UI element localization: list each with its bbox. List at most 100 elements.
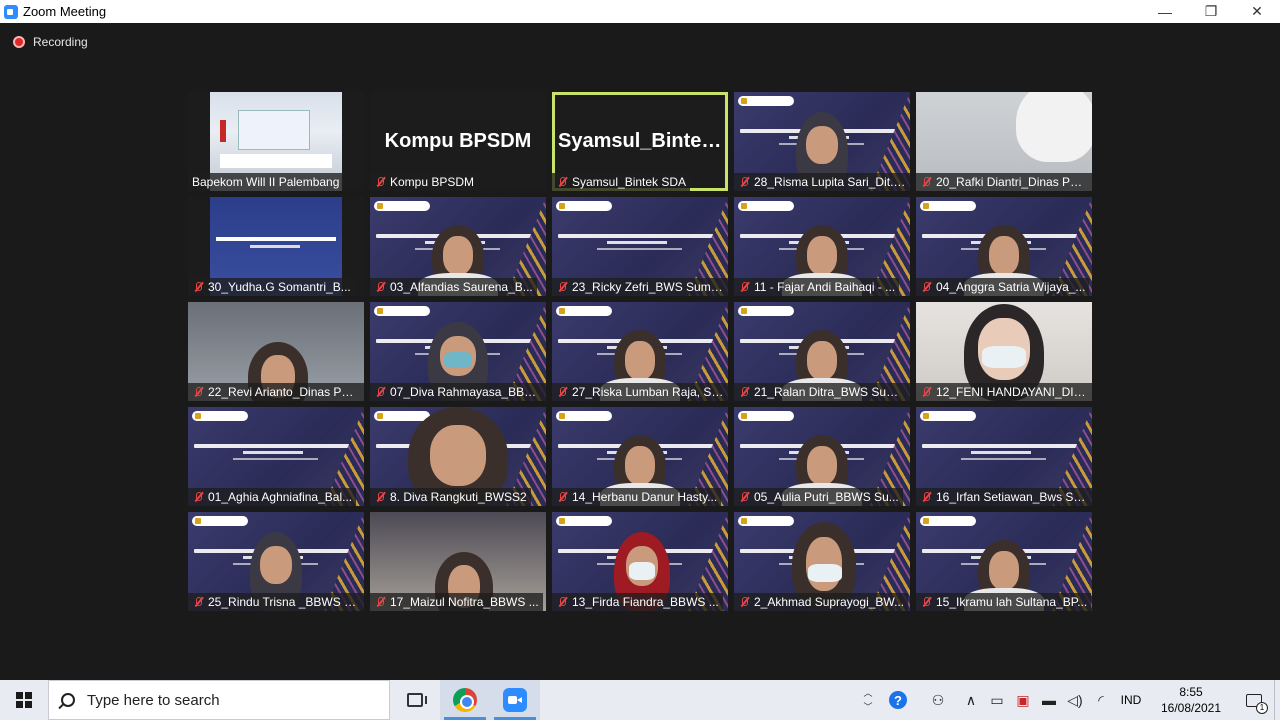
participant-tile[interactable]: 04_Anggra Satria Wijaya_... <box>916 197 1092 296</box>
participant-tile[interactable]: 07_Diva Rahmayasa_BBW... <box>370 302 546 401</box>
participant-name: 16_Irfan Setiawan_Bws Su... <box>936 490 1088 504</box>
start-button[interactable] <box>0 680 48 720</box>
mic-muted-icon <box>738 176 750 188</box>
participant-name-bar: 13_Firda Fiandra_BBWS ... <box>552 593 723 611</box>
participant-tile[interactable]: 2_Akhmad Suprayogi_BW... <box>734 512 910 611</box>
participant-tile[interactable]: Kompu BPSDM Kompu BPSDM <box>370 92 546 191</box>
notification-count: 1 <box>1256 702 1268 714</box>
show-desktop-button[interactable] <box>1274 680 1280 720</box>
mic-muted-icon <box>192 491 204 503</box>
participant-name-bar: Syamsul_Bintek SDA <box>552 173 691 191</box>
mic-muted-icon <box>738 281 750 293</box>
participant-name: 13_Firda Fiandra_BBWS ... <box>572 595 719 609</box>
participant-tile[interactable]: 20_Rafki Diantri_Dinas PU... <box>916 92 1092 191</box>
device-icon: ▭ <box>990 691 1004 708</box>
participant-name: 8. Diva Rangkuti_BWSS2 <box>390 490 527 504</box>
minimize-button[interactable]: — <box>1142 0 1188 23</box>
participant-name-bar: 11 - Fajar Andi Baihaqi - ... <box>734 278 900 296</box>
participant-tile[interactable]: 05_Aulia Putri_BBWS Su... <box>734 407 910 506</box>
mic-muted-icon <box>556 491 568 503</box>
face-mask <box>629 562 655 580</box>
participant-tile[interactable]: 21_Ralan Ditra_BWS Sum... <box>734 302 910 401</box>
recording-icon <box>13 36 25 48</box>
show-hidden-icons-button[interactable]: ∧ <box>958 680 984 720</box>
backdrop-logo <box>192 516 248 526</box>
backdrop-line3 <box>597 248 682 250</box>
taskbar: Type here to search ︿ ﹀ ? ⚇ ∧ ▭ ▣ ▬ ◁) ◜… <box>0 680 1280 720</box>
participant-name: 04_Anggra Satria Wijaya_... <box>936 280 1086 294</box>
clock[interactable]: 8:55 16/08/2021 <box>1148 684 1234 716</box>
participant-figure <box>1016 92 1092 162</box>
participant-name: 23_Ricky Zefri_BWS Sum IV <box>572 280 724 294</box>
participant-tile[interactable]: Bapekom Will II Palembang <box>188 92 364 191</box>
participant-name-bar: 15_Ikramu lah Sultana_BP... <box>916 593 1092 611</box>
backdrop-logo <box>920 201 976 211</box>
zoom-app-icon <box>4 4 18 19</box>
room-screen <box>238 110 310 150</box>
clock-time: 8:55 <box>1179 685 1203 699</box>
room-table <box>220 154 332 168</box>
participant-tile[interactable]: 25_Rindu Trisna _BBWS MS <box>188 512 364 611</box>
gallery-grid: Bapekom Will II Palembang Kompu BPSDM Komp… <box>188 92 1093 612</box>
backdrop-logo <box>920 411 976 421</box>
participant-tile[interactable]: 16_Irfan Setiawan_Bws Su... <box>916 407 1092 506</box>
mic-muted-icon <box>738 386 750 398</box>
participant-tile[interactable]: 11 - Fajar Andi Baihaqi - ... <box>734 197 910 296</box>
gift-icon: ▣ <box>1016 691 1030 708</box>
participant-tile[interactable]: 28_Risma Lupita Sari_Dit. ... <box>734 92 910 191</box>
zoom-icon <box>503 688 527 712</box>
mic-muted-icon <box>920 596 932 608</box>
tray-scroll[interactable]: ︿ ﹀ <box>858 686 878 714</box>
participant-tile[interactable]: 15_Ikramu lah Sultana_BP... <box>916 512 1092 611</box>
participant-tile[interactable]: 01_Aghia Aghniafina_Bal... <box>188 407 364 506</box>
participant-name: 28_Risma Lupita Sari_Dit. ... <box>754 175 906 189</box>
volume-tray-button[interactable]: ◁) <box>1062 680 1088 720</box>
participant-tile[interactable]: 27_Riska Lumban Raja, ST... <box>552 302 728 401</box>
taskbar-search[interactable]: Type here to search <box>48 680 390 720</box>
participant-name-bar: 05_Aulia Putri_BBWS Su... <box>734 488 903 506</box>
device-tray-button[interactable]: ▭ <box>984 680 1010 720</box>
mic-muted-icon <box>920 491 932 503</box>
action-center-button[interactable]: 1 <box>1234 680 1274 720</box>
network-tray-button[interactable]: ◜ <box>1088 680 1114 720</box>
restore-button[interactable]: ❐ <box>1188 0 1234 23</box>
mic-muted-icon <box>192 386 204 398</box>
input-language[interactable]: IND <box>1114 693 1148 707</box>
participant-tile[interactable]: 14_Herbanu Danur Hasty... <box>552 407 728 506</box>
participant-tile[interactable]: 17_Maizul Nofitra_BBWS ... <box>370 512 546 611</box>
chevron-up-icon: ︿ <box>863 688 873 698</box>
backdrop-logo <box>738 96 794 106</box>
close-button[interactable]: ✕ <box>1234 0 1280 23</box>
participant-tile[interactable]: 23_Ricky Zefri_BWS Sum IV <box>552 197 728 296</box>
participant-tile[interactable]: Syamsul_Bintek... Syamsul_Bintek SDA <box>552 92 728 191</box>
participant-tile[interactable]: 12_FENI HANDAYANI_DIN... <box>916 302 1092 401</box>
backdrop-logo <box>556 306 612 316</box>
participant-name: 22_Revi Arianto_Dinas PU... <box>208 385 360 399</box>
zoom-taskbar-button[interactable] <box>490 680 540 720</box>
participant-name-bar: Bapekom Will II Palembang <box>188 173 344 191</box>
people-tray-button[interactable]: ⚇ <box>918 680 958 720</box>
mic-muted-icon <box>374 176 386 188</box>
participant-tile[interactable]: 22_Revi Arianto_Dinas PU... <box>188 302 364 401</box>
participant-name-bar: 22_Revi Arianto_Dinas PU... <box>188 383 364 401</box>
battery-tray-button[interactable]: ▬ <box>1036 680 1062 720</box>
participant-tile[interactable]: 13_Firda Fiandra_BBWS ... <box>552 512 728 611</box>
chrome-taskbar-button[interactable] <box>440 680 490 720</box>
help-tray-button[interactable]: ? <box>878 680 918 720</box>
participant-face <box>443 236 473 275</box>
speaker-icon: ◁) <box>1067 691 1083 708</box>
participant-name-bar: 25_Rindu Trisna _BBWS MS <box>188 593 364 611</box>
participant-tile[interactable]: 8. Diva Rangkuti_BWSS2 <box>370 407 546 506</box>
participant-tile[interactable]: 03_Alfandias Saurena_B... <box>370 197 546 296</box>
participant-name-bar: 2_Akhmad Suprayogi_BW... <box>734 593 909 611</box>
recording-indicator[interactable]: Recording <box>13 35 88 49</box>
backdrop-line1 <box>922 444 1087 448</box>
participant-name-bar: 07_Diva Rahmayasa_BBW... <box>370 383 546 401</box>
participant-tile[interactable]: 30_Yudha.G Somantri_B... <box>188 197 364 296</box>
dropbox-tray-button[interactable]: ▣ <box>1010 680 1036 720</box>
participant-name: 20_Rafki Diantri_Dinas PU... <box>936 175 1088 189</box>
task-view-button[interactable] <box>390 680 440 720</box>
recording-label: Recording <box>33 35 88 49</box>
backdrop-logo <box>738 516 794 526</box>
participant-name: 2_Akhmad Suprayogi_BW... <box>754 595 905 609</box>
